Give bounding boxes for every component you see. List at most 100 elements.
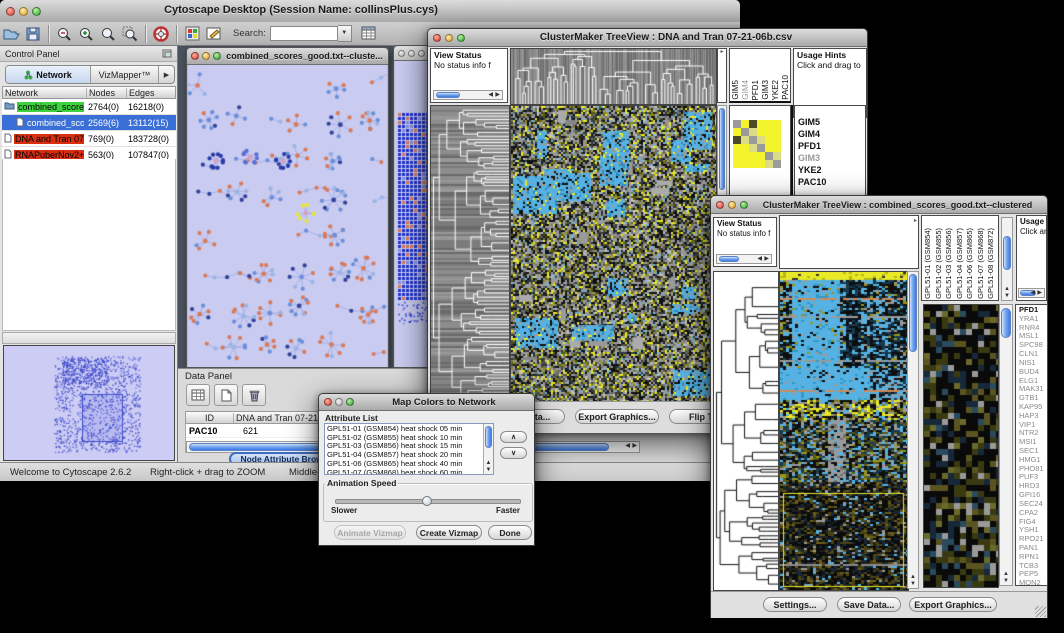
speed-slider[interactable] (335, 499, 521, 504)
save-button[interactable] (22, 24, 44, 44)
tab-overflow-button[interactable]: ▶ (158, 66, 174, 83)
expand-icon[interactable]: ▸ (914, 218, 917, 225)
minimize-icon[interactable] (335, 398, 343, 406)
matrix-cell[interactable] (741, 136, 749, 144)
search-dropdown-button[interactable]: ▼ (338, 25, 352, 42)
zoom-window-icon[interactable] (213, 52, 221, 60)
heatmap-canvas[interactable] (779, 271, 909, 591)
column-label[interactable]: GIM3 (762, 80, 770, 100)
close-icon[interactable] (716, 201, 724, 209)
network-table-row[interactable]: DNA and Tran 07769(0)183728(0) (2, 131, 176, 147)
main-titlebar[interactable]: Cytoscape Desktop (Session Name: collins… (0, 0, 740, 23)
matrix-cell[interactable] (757, 144, 765, 152)
matrix-cell[interactable] (741, 120, 749, 128)
annotation-icon[interactable] (203, 24, 225, 44)
scrollbar-thumb[interactable] (719, 108, 725, 190)
treeview1-titlebar[interactable]: ClusterMaker TreeView : DNA and Tran 07-… (428, 29, 867, 47)
column-label[interactable]: GIM4 (742, 80, 750, 100)
matrix-cell[interactable] (749, 136, 757, 144)
expand-icon[interactable]: ▸ (718, 49, 726, 56)
scroll-up-icon[interactable]: ▲ (908, 574, 918, 580)
row-dendrogram-canvas[interactable] (430, 105, 510, 402)
column-label[interactable]: GPL51-04 (GSM857) (956, 228, 964, 299)
close-icon[interactable] (433, 34, 441, 42)
column-label[interactable]: YKE2 (772, 80, 780, 100)
matrix-cell[interactable] (741, 128, 749, 136)
matrix-cell[interactable] (749, 160, 757, 168)
scroll-left-icon[interactable]: ◀ (488, 92, 493, 98)
column-tree-area[interactable]: ▸ (779, 215, 919, 269)
attribute-listbox[interactable]: GPL51-01 (GSM854) heat shock 05 minGPL51… (324, 423, 494, 475)
matrix-cell[interactable] (757, 128, 765, 136)
matrix-cell[interactable] (757, 152, 765, 160)
usage-hints-hscrollbar[interactable]: ◀▶ (1018, 288, 1045, 298)
close-icon[interactable] (324, 398, 332, 406)
gene-labels-panel[interactable]: PFD1YRA1RNR4MSL1SPC98CLN1NIS1BUD4ELG1MAK… (1015, 304, 1048, 586)
row-label[interactable]: GIM3 (798, 152, 863, 164)
scroll-left-icon[interactable]: ◀ (625, 443, 630, 449)
scroll-down-icon[interactable]: ▼ (1000, 578, 1012, 584)
attribute-select-button[interactable] (186, 384, 210, 406)
attribute-list-vscrollbar[interactable]: ▲▼ (483, 424, 493, 474)
zoom-window-icon[interactable] (457, 34, 465, 42)
scroll-up-icon[interactable]: ▲ (1000, 571, 1012, 577)
close-icon[interactable] (398, 50, 405, 57)
matrix-cell[interactable] (765, 120, 773, 128)
scroll-up-icon[interactable]: ▲ (1002, 286, 1012, 292)
matrix-cell[interactable] (733, 152, 741, 160)
network-table-row[interactable]: combined_scores2764(0)16218(0) (2, 99, 176, 115)
scrollbar-thumb[interactable] (1003, 236, 1011, 270)
global-heatmap-matrix[interactable] (733, 120, 781, 168)
vizmapper-icon[interactable] (181, 24, 203, 44)
matrix-cell[interactable] (773, 152, 781, 160)
tab-network[interactable]: Network (6, 66, 91, 83)
matrix-cell[interactable] (765, 144, 773, 152)
heatmap-vscrollbar[interactable]: ▲▼ (907, 271, 919, 589)
new-attribute-button[interactable] (214, 384, 238, 406)
row-label[interactable]: PFD1 (798, 140, 863, 152)
matrix-cell[interactable] (765, 128, 773, 136)
matrix-cell[interactable] (765, 160, 773, 168)
done-button[interactable]: Done (488, 525, 532, 540)
scroll-right-icon[interactable]: ▶ (764, 256, 769, 262)
row-label[interactable]: GIM5 (798, 116, 863, 128)
float-panel-icon[interactable] (162, 49, 172, 58)
matrix-cell[interactable] (733, 136, 741, 144)
scroll-right-icon[interactable]: ▶ (495, 92, 500, 98)
network-view-canvas[interactable] (188, 65, 387, 367)
row-label[interactable]: YKE2 (798, 164, 863, 176)
birdseye-canvas[interactable] (3, 345, 175, 461)
zoom-fit-button[interactable] (97, 24, 119, 44)
scroll-left-icon[interactable]: ◀ (757, 256, 762, 262)
row-label[interactable]: PAC10 (798, 176, 863, 188)
matrix-cell[interactable] (741, 152, 749, 160)
column-labels-strip[interactable]: GPL51-01 (GSM854)GPL51-02 (GSM855)GPL51-… (921, 215, 999, 301)
scroll-right-icon[interactable]: ▶ (1037, 290, 1042, 296)
scroll-up-icon[interactable]: ▲ (484, 460, 493, 466)
column-label[interactable]: PAC10 (782, 75, 790, 100)
slider-thumb[interactable] (422, 496, 432, 506)
matrix-cell[interactable] (733, 120, 741, 128)
export-graphics--button[interactable]: Export Graphics... (909, 597, 997, 612)
zoom-window-icon[interactable] (418, 50, 425, 57)
close-icon[interactable] (191, 52, 199, 60)
view-status-hscrollbar[interactable]: ◀▶ (433, 90, 503, 100)
matrix-cell[interactable] (733, 160, 741, 168)
secondary-heatmap-canvas[interactable] (923, 304, 999, 588)
scrollbar-thumb[interactable] (719, 256, 739, 262)
zoom-selected-button[interactable] (119, 24, 141, 44)
column-label[interactable]: GIM5 (732, 80, 740, 100)
minimize-icon[interactable] (445, 34, 453, 42)
view-status-hscrollbar[interactable]: ◀▶ (716, 254, 772, 264)
attribute-browser-icon[interactable] (358, 24, 380, 44)
scroll-down-icon[interactable]: ▼ (908, 581, 918, 587)
column-labels-strip[interactable]: GIM5GIM4PFD1GIM3YKE2PAC10 (729, 48, 791, 103)
secondary-heatmap-vscrollbar[interactable]: ▲▼ (999, 304, 1013, 586)
open-file-button[interactable] (0, 24, 22, 44)
delete-attribute-button[interactable] (242, 384, 266, 406)
matrix-cell[interactable] (757, 160, 765, 168)
column-label[interactable]: GPL51-06 (GSM865) (966, 228, 974, 299)
zoom-out-button[interactable] (53, 24, 75, 44)
dialog-titlebar[interactable]: Map Colors to Network (319, 394, 534, 411)
matrix-cell[interactable] (773, 128, 781, 136)
